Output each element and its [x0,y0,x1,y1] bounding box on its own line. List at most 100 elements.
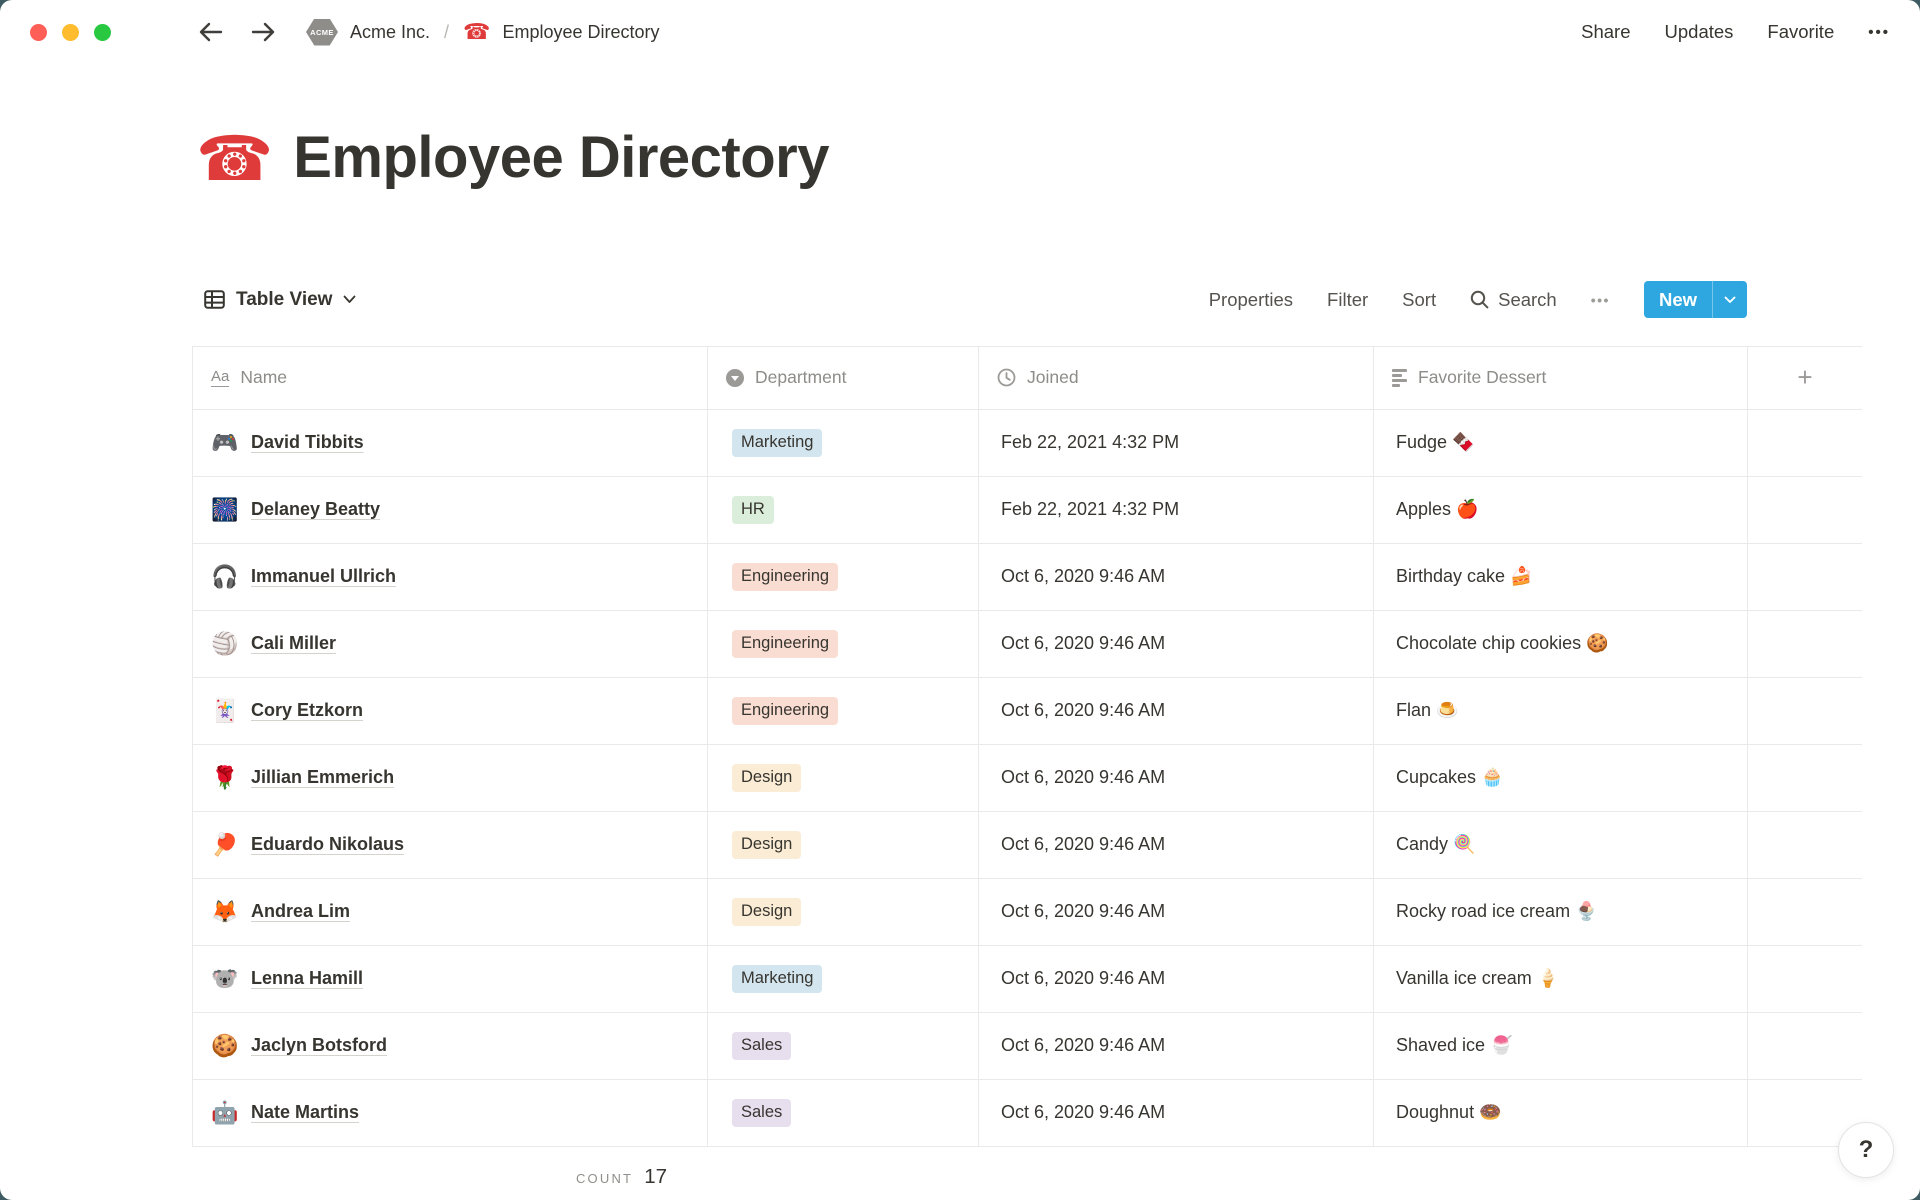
joined-cell[interactable]: Oct 6, 2020 9:46 AM [979,812,1374,878]
breadcrumb-workspace[interactable]: Acme Inc. [350,22,430,43]
name-cell: 🏐 Cali Miller [193,611,708,677]
sort-button[interactable]: Sort [1402,289,1436,311]
employee-page-link[interactable]: Delaney Beatty [251,499,380,520]
back-arrow-icon[interactable] [196,19,226,45]
share-button[interactable]: Share [1581,21,1630,43]
page-content: ☎ Employee Directory Table View Properti… [0,126,1920,1200]
joined-cell[interactable]: Oct 6, 2020 9:46 AM [979,879,1374,945]
name-cell: 🎧 Immanuel Ullrich [193,544,708,610]
updates-button[interactable]: Updates [1665,21,1734,43]
avatar: 🦊 [211,899,238,925]
department-cell[interactable]: Sales [708,1013,979,1079]
zoom-window-button[interactable] [94,24,111,41]
employee-page-link[interactable]: Eduardo Nikolaus [251,834,404,855]
phone-icon: ☎ [463,21,490,43]
dessert-cell[interactable]: Birthday cake 🍰 [1374,544,1748,610]
joined-cell[interactable]: Oct 6, 2020 9:46 AM [979,678,1374,744]
dessert-cell[interactable]: Fudge 🍫 [1374,410,1748,476]
department-cell[interactable]: Engineering [708,611,979,677]
joined-cell[interactable]: Feb 22, 2021 4:32 PM [979,410,1374,476]
department-cell[interactable]: Design [708,745,979,811]
help-button[interactable]: ? [1838,1122,1894,1178]
joined-cell[interactable]: Oct 6, 2020 9:46 AM [979,1080,1374,1146]
joined-cell[interactable]: Feb 22, 2021 4:32 PM [979,477,1374,543]
minimize-window-button[interactable] [62,24,79,41]
table-header-row: Aa Name Department Joined Favorite D [192,346,1862,410]
employee-page-link[interactable]: Cory Etzkorn [251,700,363,721]
dessert-cell[interactable]: Flan 🍮 [1374,678,1748,744]
close-window-button[interactable] [30,24,47,41]
column-header-name[interactable]: Aa Name [193,347,708,409]
dessert-cell[interactable]: Candy 🍭 [1374,812,1748,878]
chevron-down-icon [1724,296,1736,304]
dessert-cell[interactable]: Cupcakes 🧁 [1374,745,1748,811]
column-header-joined[interactable]: Joined [979,347,1374,409]
department-tag: Sales [732,1032,791,1060]
search-button[interactable]: Search [1470,289,1557,311]
joined-cell[interactable]: Oct 6, 2020 9:46 AM [979,544,1374,610]
employee-page-link[interactable]: Jaclyn Botsford [251,1035,387,1056]
department-cell[interactable]: HR [708,477,979,543]
dessert-cell[interactable]: Vanilla ice cream 🍦 [1374,946,1748,1012]
filter-button[interactable]: Filter [1327,289,1368,311]
dessert-cell[interactable]: Rocky road ice cream 🍨 [1374,879,1748,945]
view-toolbar: Table View Properties Filter Sort Search… [192,278,1862,322]
table-row: 🍪 Jaclyn Botsford Sales Oct 6, 2020 9:46… [192,1013,1862,1080]
count-calculation[interactable]: COUNT 17 [192,1165,707,1189]
joined-cell[interactable]: Oct 6, 2020 9:46 AM [979,611,1374,677]
dessert-cell[interactable]: Shaved ice 🍧 [1374,1013,1748,1079]
department-cell[interactable]: Marketing [708,410,979,476]
joined-cell[interactable]: Oct 6, 2020 9:46 AM [979,1013,1374,1079]
employee-page-link[interactable]: David Tibbits [251,432,364,453]
favorite-button[interactable]: Favorite [1767,21,1834,43]
row-trailing-cell [1748,544,1862,610]
avatar: 🎮 [211,430,238,456]
top-bar: ACME Acme Inc. / ☎ Employee Directory Sh… [0,0,1920,64]
dessert-cell[interactable]: Doughnut 🍩 [1374,1080,1748,1146]
new-button[interactable]: New [1644,281,1712,318]
table-row: 🌹 Jillian Emmerich Design Oct 6, 2020 9:… [192,745,1862,812]
dessert-cell[interactable]: Chocolate chip cookies 🍪 [1374,611,1748,677]
avatar: 🌹 [211,765,238,791]
table-footer: COUNT 17 [192,1147,1862,1200]
new-dropdown-button[interactable] [1712,281,1747,318]
table-view-switcher[interactable]: Table View [204,289,356,311]
department-cell[interactable]: Engineering [708,678,979,744]
table-row: 🦊 Andrea Lim Design Oct 6, 2020 9:46 AM … [192,879,1862,946]
employee-page-link[interactable]: Nate Martins [251,1102,359,1123]
employee-page-link[interactable]: Lenna Hamill [251,968,363,989]
joined-cell[interactable]: Oct 6, 2020 9:46 AM [979,745,1374,811]
add-column-button[interactable]: + [1748,347,1862,409]
column-header-department[interactable]: Department [708,347,979,409]
department-cell[interactable]: Design [708,879,979,945]
search-icon [1470,290,1489,309]
department-cell[interactable]: Sales [708,1080,979,1146]
department-cell[interactable]: Marketing [708,946,979,1012]
sidebar-toggle-icon[interactable] [139,23,166,42]
properties-button[interactable]: Properties [1209,289,1293,311]
employee-page-link[interactable]: Jillian Emmerich [251,767,394,788]
department-tag: Design [732,764,801,792]
employee-page-link[interactable]: Cali Miller [251,633,336,654]
dessert-cell[interactable]: Apples 🍎 [1374,477,1748,543]
row-trailing-cell [1748,410,1862,476]
name-cell: 🏓 Eduardo Nikolaus [193,812,708,878]
department-tag: HR [732,496,774,524]
department-tag: Sales [732,1099,791,1127]
department-cell[interactable]: Design [708,812,979,878]
employee-page-link[interactable]: Andrea Lim [251,901,350,922]
more-options-icon[interactable]: ••• [1868,24,1890,41]
column-label: Joined [1027,367,1079,388]
breadcrumb-page[interactable]: Employee Directory [502,22,659,43]
forward-arrow-icon[interactable] [248,19,278,45]
joined-cell[interactable]: Oct 6, 2020 9:46 AM [979,946,1374,1012]
view-more-options-icon[interactable]: ••• [1591,292,1610,308]
column-header-favorite-dessert[interactable]: Favorite Dessert [1374,347,1748,409]
department-tag: Engineering [732,563,838,591]
column-label: Favorite Dessert [1418,367,1546,388]
table-row: 🎧 Immanuel Ullrich Engineering Oct 6, 20… [192,544,1862,611]
department-cell[interactable]: Engineering [708,544,979,610]
page-icon-phone[interactable]: ☎ [196,131,273,190]
table-row: 🎆 Delaney Beatty HR Feb 22, 2021 4:32 PM… [192,477,1862,544]
employee-page-link[interactable]: Immanuel Ullrich [251,566,396,587]
